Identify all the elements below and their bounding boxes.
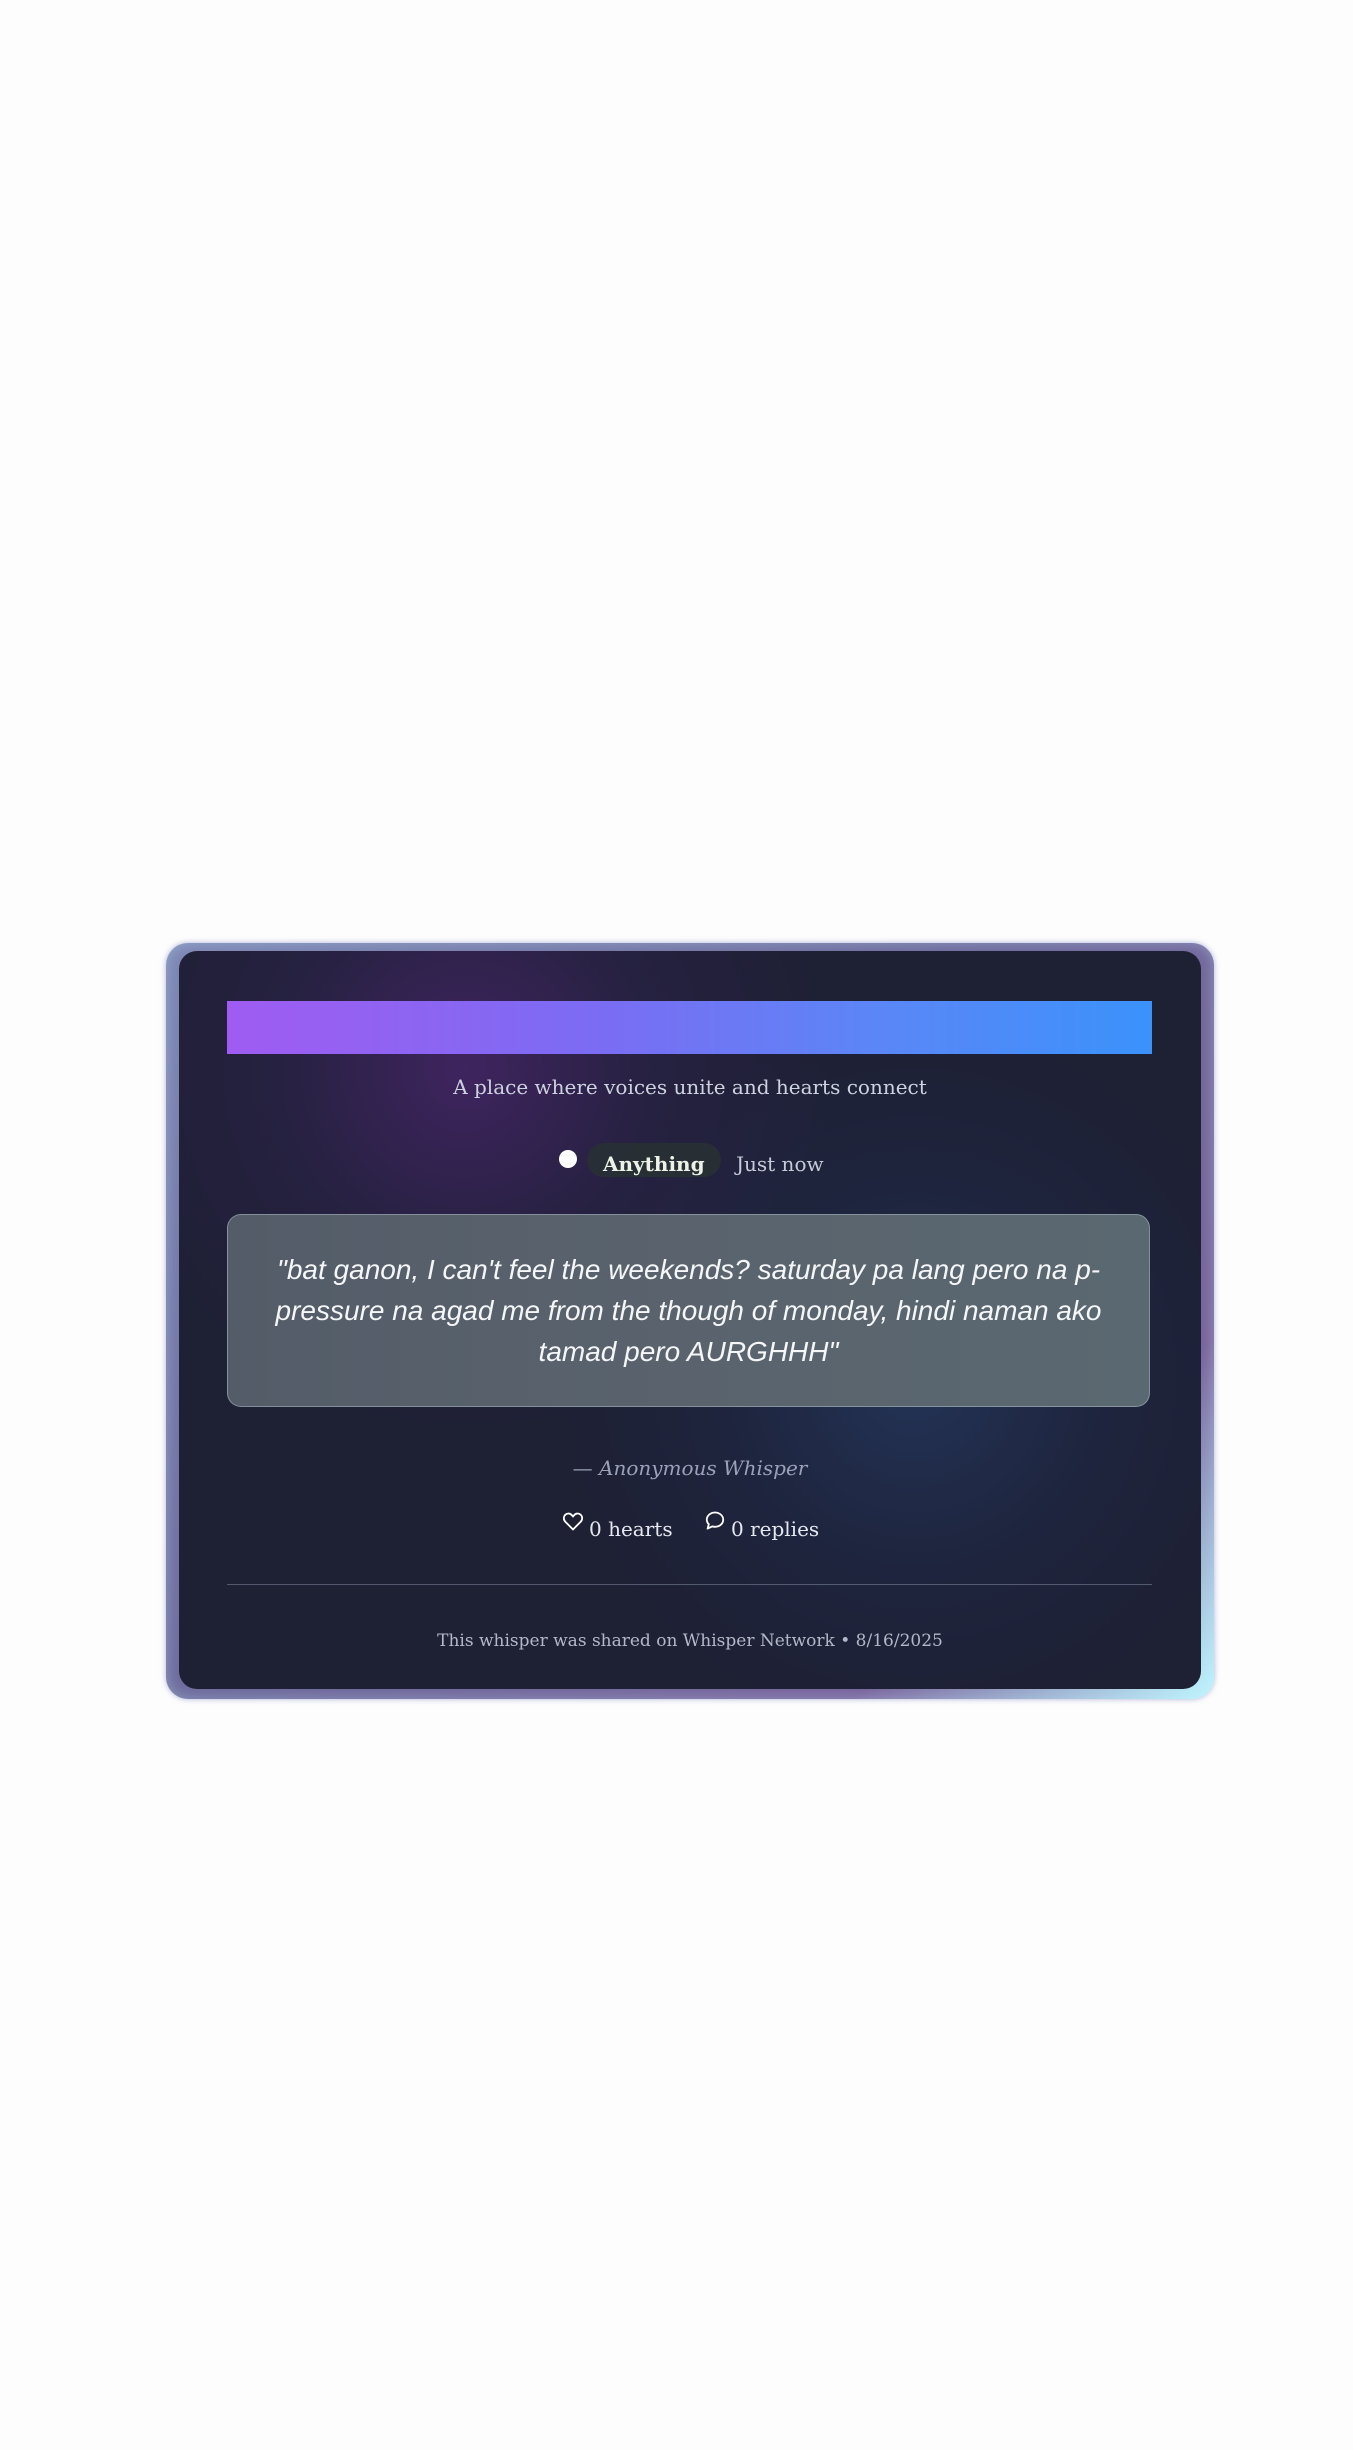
stats-row: 0 hearts 0 replies (179, 1509, 1201, 1549)
speech-bubble-icon (703, 1509, 727, 1533)
status-dot-icon (559, 1150, 577, 1168)
hearts-button[interactable]: 0 hearts (561, 1509, 673, 1541)
replies-count: 0 replies (731, 1517, 820, 1541)
author-signature: — Anonymous Whisper (572, 1456, 808, 1480)
category-tag[interactable]: Anything (587, 1143, 721, 1177)
timestamp: Just now (736, 1152, 824, 1176)
heart-icon (561, 1509, 585, 1533)
footer-note: This whisper was shared on Whisper Netwo… (437, 1631, 943, 1651)
quote-box: "bat ganon, I can't feel the weekends? s… (227, 1214, 1150, 1407)
whisper-text: "bat ganon, I can't feel the weekends? s… (275, 1254, 1102, 1367)
hearts-count: 0 hearts (589, 1517, 673, 1541)
gradient-banner (227, 1001, 1152, 1054)
whisper-card: A place where voices unite and hearts co… (179, 951, 1201, 1689)
meta-row: Anything Just now (179, 1139, 1201, 1179)
divider (227, 1584, 1152, 1585)
replies-button[interactable]: 0 replies (703, 1509, 819, 1541)
page: A place where voices unite and hearts co… (0, 0, 1353, 2450)
tagline: A place where voices unite and hearts co… (453, 1075, 927, 1099)
